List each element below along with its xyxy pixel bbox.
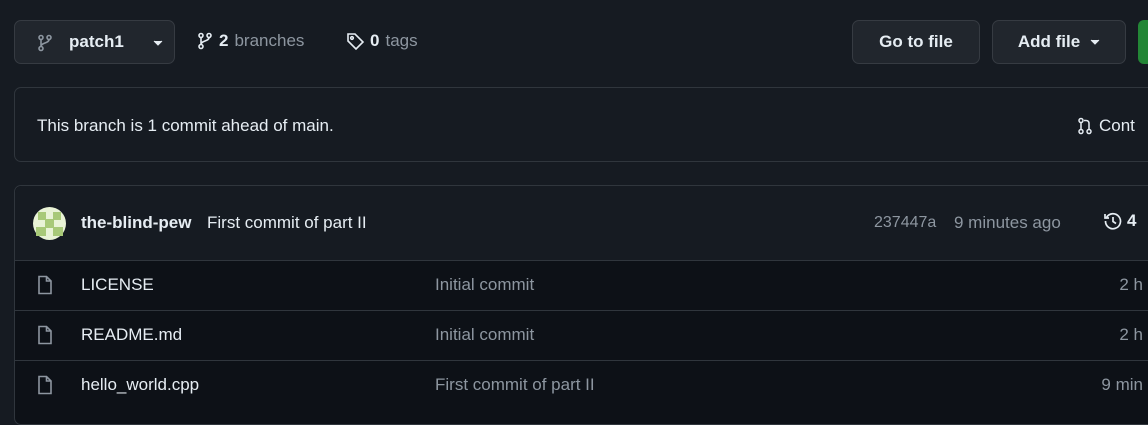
- tags-link[interactable]: 0 tags: [346, 31, 418, 51]
- branch-status-banner: This branch is 1 commit ahead of main. C…: [14, 87, 1148, 162]
- file-row[interactable]: LICENSE Initial commit 2 h: [15, 260, 1148, 310]
- file-icon: [38, 275, 52, 295]
- file-browser: the-blind-pew First commit of part II 23…: [14, 185, 1148, 425]
- add-file-label: Add file: [1017, 32, 1081, 51]
- file-age: 2 h: [1119, 325, 1143, 344]
- commit-time: 9 minutes ago: [954, 213, 1061, 232]
- branch-count: 2: [219, 31, 229, 50]
- git-branch-icon: [38, 34, 52, 52]
- tag-count: 0: [370, 31, 380, 50]
- file-icon: [38, 325, 52, 345]
- go-to-file-button[interactable]: Go to file: [852, 20, 980, 64]
- file-commit-message[interactable]: Initial commit: [435, 325, 534, 345]
- tags-label: tags: [385, 31, 418, 50]
- file-commit-message[interactable]: First commit of part II: [435, 375, 595, 395]
- file-commit-message[interactable]: Initial commit: [435, 275, 534, 295]
- commit-message[interactable]: First commit of part II: [207, 213, 367, 233]
- commit-history-link[interactable]: 4: [1103, 211, 1136, 231]
- tag-icon: [347, 33, 365, 50]
- commit-sha[interactable]: 237447a: [874, 214, 936, 232]
- contribute-label: Cont: [1099, 116, 1135, 135]
- branch-name: patch1: [69, 32, 124, 51]
- contribute-button[interactable]: Cont: [1077, 116, 1135, 136]
- file-name[interactable]: hello_world.cpp: [81, 375, 199, 395]
- file-row[interactable]: hello_world.cpp First commit of part II …: [15, 360, 1148, 410]
- branches-link[interactable]: 2 branches: [197, 31, 304, 51]
- chevron-down-icon: [1090, 39, 1100, 45]
- branches-label: branches: [234, 31, 305, 50]
- file-icon: [38, 375, 52, 395]
- branch-status-text: This branch is 1 commit ahead of main.: [37, 116, 334, 135]
- chevron-down-icon: [153, 40, 163, 46]
- file-age: 9 min: [1101, 375, 1143, 394]
- file-row[interactable]: README.md Initial commit 2 h: [15, 310, 1148, 360]
- history-icon: [1104, 212, 1122, 230]
- file-name[interactable]: LICENSE: [81, 275, 154, 295]
- code-button[interactable]: [1138, 20, 1148, 64]
- add-file-button[interactable]: Add file: [992, 20, 1126, 64]
- go-to-file-label: Go to file: [879, 32, 953, 51]
- git-branch-icon: [198, 32, 212, 50]
- latest-commit-header: the-blind-pew First commit of part II 23…: [15, 186, 1148, 260]
- file-age: 2 h: [1119, 275, 1143, 294]
- branch-select-button[interactable]: patch1: [14, 20, 175, 64]
- pull-request-icon: [1078, 117, 1092, 135]
- commit-count: 4: [1127, 211, 1137, 230]
- avatar[interactable]: [33, 207, 66, 240]
- file-name[interactable]: README.md: [81, 325, 182, 345]
- commit-author[interactable]: the-blind-pew: [81, 213, 191, 233]
